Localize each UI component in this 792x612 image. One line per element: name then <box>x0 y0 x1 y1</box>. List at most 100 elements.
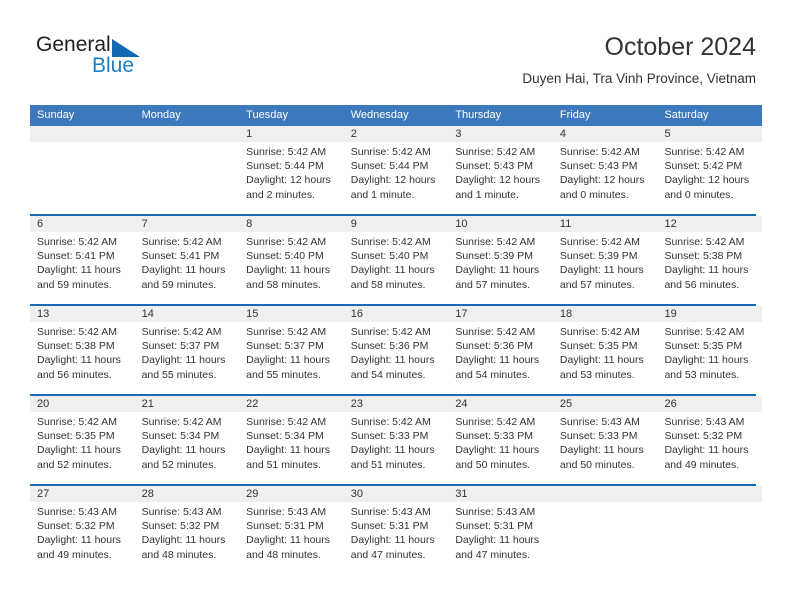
day-cell[interactable]: Sunrise: 5:42 AM Sunset: 5:40 PM Daylight:… <box>239 232 344 304</box>
day-number[interactable]: 30 <box>344 486 449 502</box>
day-cell[interactable]: Sunrise: 5:42 AM Sunset: 5:35 PM Daylight:… <box>553 322 658 394</box>
daylight-text: Daylight: 11 hours <box>455 534 540 547</box>
day-number[interactable]: 19 <box>657 306 762 322</box>
day-cell[interactable]: Sunrise: 5:42 AM Sunset: 5:41 PM Daylight:… <box>135 232 240 304</box>
day-cell[interactable]: Sunrise: 5:43 AM Sunset: 5:31 PM Daylight:… <box>239 502 344 574</box>
day-cell[interactable]: Sunrise: 5:42 AM Sunset: 5:44 PM Daylight:… <box>344 142 449 214</box>
day-number[interactable]: 3 <box>448 126 553 142</box>
day-cell[interactable]: Sunrise: 5:42 AM Sunset: 5:40 PM Daylight:… <box>344 232 449 304</box>
daylight-text: Daylight: 11 hours <box>141 534 226 547</box>
day-cell-empty <box>657 502 762 574</box>
day-number[interactable]: 28 <box>135 486 240 502</box>
day-cell[interactable]: Sunrise: 5:42 AM Sunset: 5:33 PM Daylight:… <box>344 412 449 484</box>
daylight-text: Daylight: 11 hours <box>559 444 644 457</box>
day-number[interactable]: 23 <box>344 396 449 412</box>
day-number[interactable]: 9 <box>344 216 449 232</box>
sunset-text: Sunset: 5:33 PM <box>455 430 533 443</box>
day-number[interactable]: 27 <box>30 486 135 502</box>
day-cell[interactable]: Sunrise: 5:43 AM Sunset: 5:32 PM Daylight:… <box>30 502 135 574</box>
day-number[interactable]: 29 <box>239 486 344 502</box>
day-cell[interactable]: Sunrise: 5:42 AM Sunset: 5:37 PM Daylight:… <box>239 322 344 394</box>
day-cell[interactable]: Sunrise: 5:43 AM Sunset: 5:32 PM Daylight:… <box>135 502 240 574</box>
day-cell[interactable]: Sunrise: 5:43 AM Sunset: 5:33 PM Daylight:… <box>553 412 658 484</box>
day-cell[interactable]: Sunrise: 5:42 AM Sunset: 5:36 PM Daylight:… <box>448 322 553 394</box>
day-number[interactable]: 8 <box>239 216 344 232</box>
calendar-weeks: 1 2 3 4 5 Sunrise: 5:42 AM Sunset: 5:44 PM Dayl… <box>30 126 762 574</box>
day-cell[interactable]: Sunrise: 5:42 AM Sunset: 5:34 PM Daylight:… <box>239 412 344 484</box>
sunrise-text: Sunrise: 5:42 AM <box>141 326 222 338</box>
day-cell[interactable]: Sunrise: 5:42 AM Sunset: 5:35 PM Daylight:… <box>30 412 135 484</box>
day-number[interactable]: 22 <box>239 396 344 412</box>
day-number[interactable]: 5 <box>657 126 762 142</box>
day-cell[interactable]: Sunrise: 5:42 AM Sunset: 5:41 PM Daylight:… <box>30 232 135 304</box>
calendar-page: General Blue October 2024 Duyen Hai, Tra… <box>0 0 792 612</box>
day-number[interactable]: 7 <box>135 216 240 232</box>
day-number[interactable]: 17 <box>448 306 553 322</box>
day-cell[interactable]: Sunrise: 5:43 AM Sunset: 5:31 PM Daylight:… <box>448 502 553 574</box>
daylight-text-cont: and 53 minutes. <box>559 368 635 381</box>
day-number[interactable]: 11 <box>553 216 658 232</box>
day-details-band: Sunrise: 5:42 AM Sunset: 5:35 PM Daylight:… <box>30 412 762 484</box>
day-number[interactable]: 31 <box>448 486 553 502</box>
day-cell[interactable]: Sunrise: 5:43 AM Sunset: 5:31 PM Daylight:… <box>344 502 449 574</box>
sunrise-text: Sunrise: 5:42 AM <box>664 236 745 248</box>
daylight-text-cont: and 56 minutes. <box>664 278 740 291</box>
sunset-text: Sunset: 5:34 PM <box>141 430 220 443</box>
sunset-text: Sunset: 5:32 PM <box>141 520 220 533</box>
day-cell-empty <box>30 142 135 214</box>
day-cell[interactable]: Sunrise: 5:42 AM Sunset: 5:43 PM Daylight:… <box>553 142 658 214</box>
daylight-text: Daylight: 11 hours <box>455 444 540 457</box>
day-cell[interactable]: Sunrise: 5:42 AM Sunset: 5:33 PM Daylight:… <box>448 412 553 484</box>
sunset-text: Sunset: 5:33 PM <box>559 430 638 443</box>
daylight-text-cont: and 53 minutes. <box>664 368 740 381</box>
day-cell[interactable]: Sunrise: 5:42 AM Sunset: 5:35 PM Daylight:… <box>657 322 762 394</box>
day-number[interactable]: 20 <box>30 396 135 412</box>
sunrise-text: Sunrise: 5:43 AM <box>350 506 431 518</box>
sunrise-text: Sunrise: 5:42 AM <box>246 146 327 158</box>
day-cell[interactable]: Sunrise: 5:42 AM Sunset: 5:34 PM Daylight:… <box>135 412 240 484</box>
daylight-text-cont: and 58 minutes. <box>350 278 426 291</box>
day-cell[interactable]: Sunrise: 5:42 AM Sunset: 5:43 PM Daylight:… <box>448 142 553 214</box>
date-number-band: 20 21 22 23 24 25 26 <box>30 396 762 412</box>
day-number[interactable]: 18 <box>553 306 658 322</box>
daylight-text: Daylight: 11 hours <box>664 354 749 367</box>
sunset-text: Sunset: 5:40 PM <box>350 250 429 263</box>
date-number-band: 12345 <box>30 126 762 142</box>
day-number[interactable]: 16 <box>344 306 449 322</box>
day-cell[interactable]: Sunrise: 5:42 AM Sunset: 5:37 PM Daylight:… <box>135 322 240 394</box>
date-number-band: 6 7 8 9 10 11 12 <box>30 216 762 232</box>
sunset-text: Sunset: 5:37 PM <box>141 340 220 353</box>
weekday-saturday: Saturday <box>664 109 709 121</box>
day-details-band: Sunrise: 5:43 AM Sunset: 5:32 PM Daylight:… <box>30 502 762 574</box>
day-number[interactable]: 14 <box>135 306 240 322</box>
day-cell[interactable]: Sunrise: 5:43 AM Sunset: 5:32 PM Daylight:… <box>657 412 762 484</box>
day-number-empty <box>135 126 240 142</box>
day-number[interactable]: 26 <box>657 396 762 412</box>
day-number[interactable]: 24 <box>448 396 553 412</box>
day-number[interactable]: 6 <box>30 216 135 232</box>
day-number[interactable]: 13 <box>30 306 135 322</box>
sunrise-text: Sunrise: 5:43 AM <box>664 416 745 428</box>
day-cell[interactable]: Sunrise: 5:42 AM Sunset: 5:39 PM Daylight:… <box>553 232 658 304</box>
day-number[interactable]: 10 <box>448 216 553 232</box>
daylight-text: Daylight: 11 hours <box>664 444 749 457</box>
day-number[interactable]: 21 <box>135 396 240 412</box>
day-cell[interactable]: Sunrise: 5:42 AM Sunset: 5:44 PM Daylight:… <box>239 142 344 214</box>
day-cell[interactable]: Sunrise: 5:42 AM Sunset: 5:36 PM Daylight:… <box>344 322 449 394</box>
day-number[interactable]: 4 <box>553 126 658 142</box>
day-number[interactable]: 15 <box>239 306 344 322</box>
daylight-text: Daylight: 11 hours <box>350 354 435 367</box>
day-number[interactable]: 25 <box>553 396 658 412</box>
sunrise-text: Sunrise: 5:42 AM <box>350 146 431 158</box>
sunset-text: Sunset: 5:41 PM <box>141 250 220 263</box>
sunset-text: Sunset: 5:35 PM <box>559 340 638 353</box>
day-cell[interactable]: Sunrise: 5:42 AM Sunset: 5:39 PM Daylight:… <box>448 232 553 304</box>
sunset-text: Sunset: 5:34 PM <box>246 430 324 443</box>
day-number[interactable]: 1 <box>239 126 344 142</box>
day-cell[interactable]: Sunrise: 5:42 AM Sunset: 5:38 PM Daylight:… <box>30 322 135 394</box>
day-cell[interactable]: Sunrise: 5:42 AM Sunset: 5:38 PM Daylight:… <box>657 232 762 304</box>
day-number-empty <box>553 486 658 502</box>
day-cell[interactable]: Sunrise: 5:42 AM Sunset: 5:42 PM Daylight:… <box>657 142 762 214</box>
day-number[interactable]: 12 <box>657 216 762 232</box>
day-number[interactable]: 2 <box>344 126 449 142</box>
